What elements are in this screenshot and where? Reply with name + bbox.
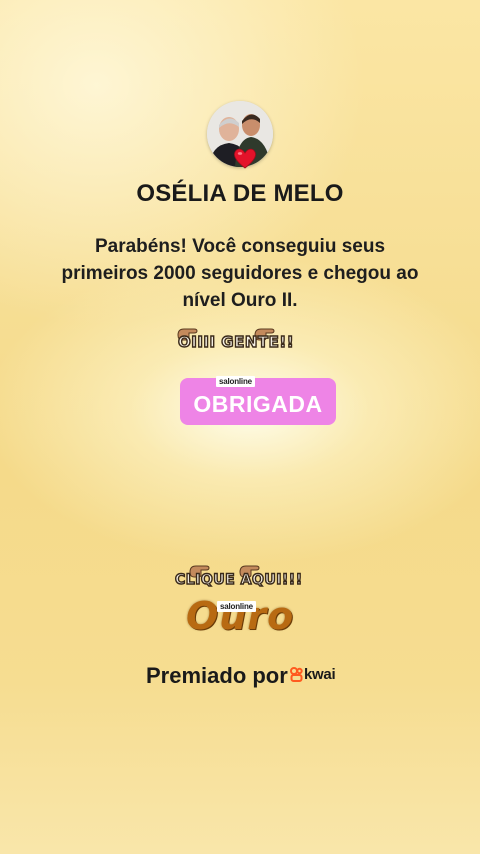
kwai-brand-text: kwai bbox=[304, 666, 336, 683]
thanks-sticker-text: OBRIGADA bbox=[193, 391, 323, 417]
red-heart-icon bbox=[232, 146, 258, 170]
congrats-message: Parabéns! Você conseguiu seus primeiros … bbox=[61, 236, 419, 311]
profile-name: OSÉLIA DE MELO bbox=[136, 180, 344, 207]
greeting-sticker: OIIII GENTE!! bbox=[177, 332, 295, 351]
kwai-logo-icon bbox=[290, 667, 303, 682]
salonline-logo: salonline bbox=[216, 376, 255, 387]
thanks-sticker: OBRIGADA bbox=[180, 378, 336, 425]
awarded-by-label: Premiado por bbox=[146, 663, 288, 688]
click-here-sticker[interactable]: CLIQUE AQUI!!! bbox=[174, 571, 302, 588]
salonline-logo: salonline bbox=[217, 601, 256, 612]
